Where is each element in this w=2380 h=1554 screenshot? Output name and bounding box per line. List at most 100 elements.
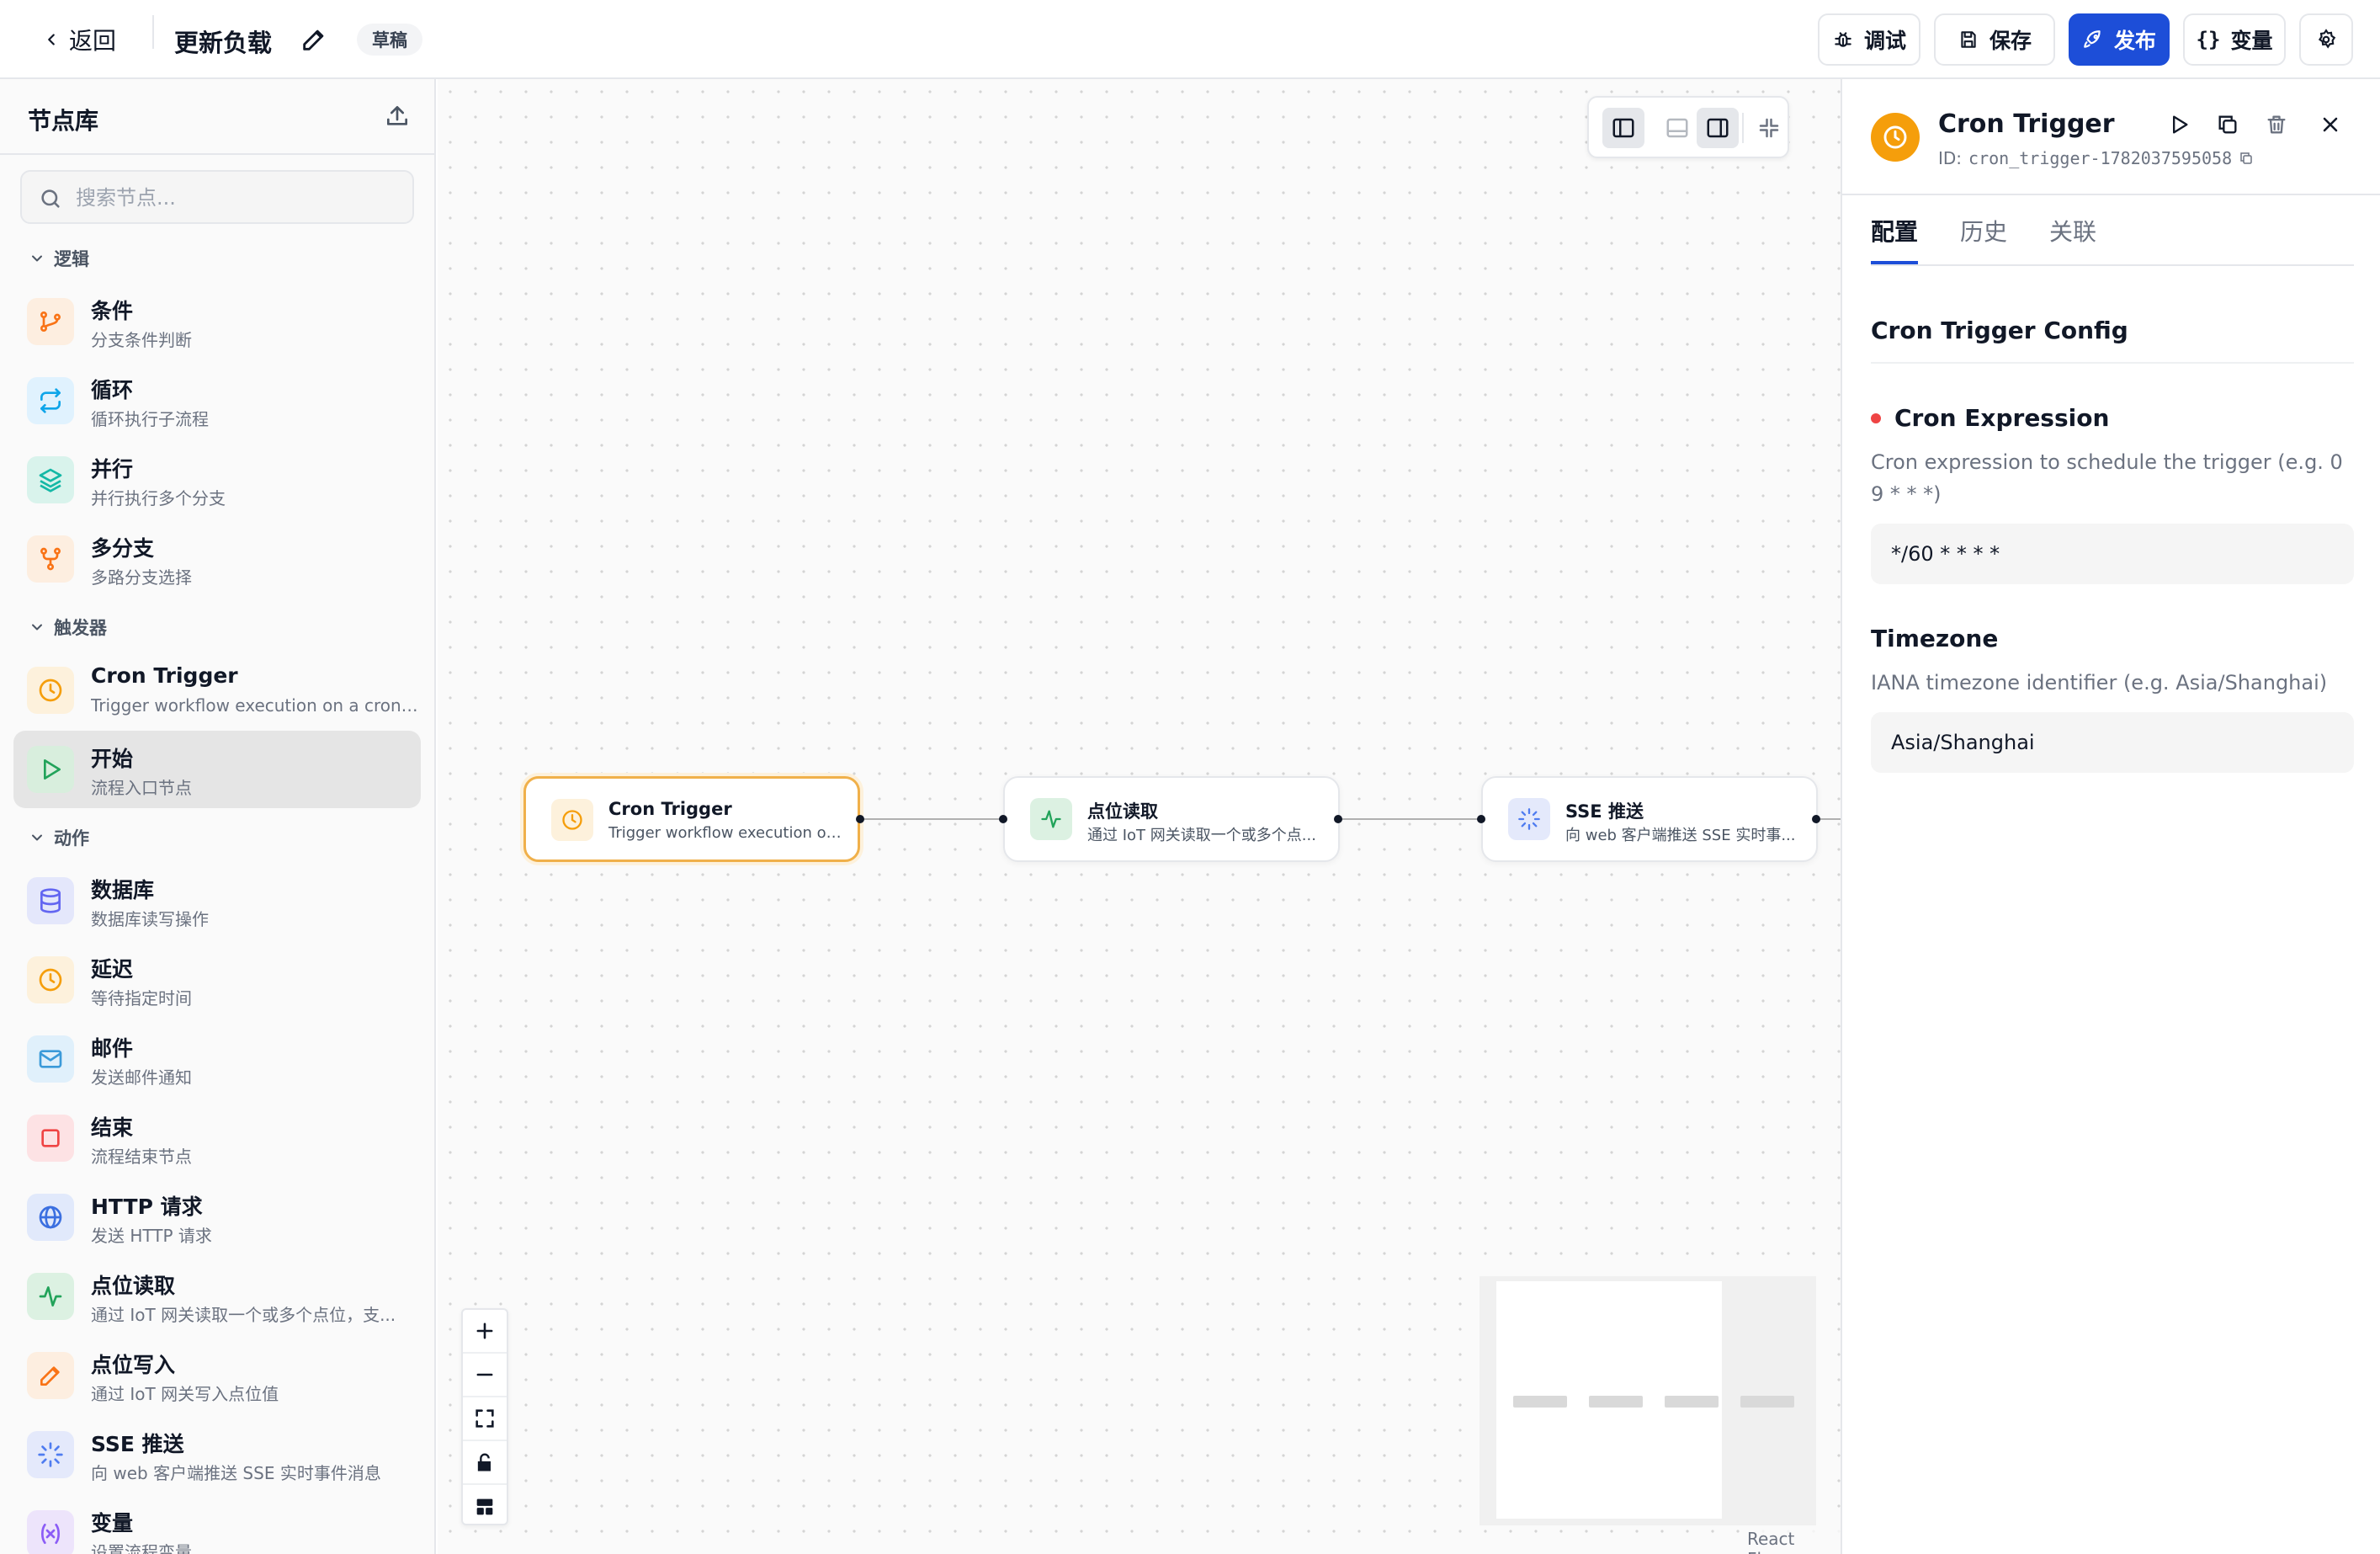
pencil-icon[interactable] — [300, 25, 328, 54]
flow-node-sse-push[interactable]: SSE 推送 向 web 客户端推送 SSE 实时事... — [1481, 776, 1818, 862]
timezone-label: Timezone — [1871, 625, 1998, 652]
delete-node-button[interactable] — [2258, 106, 2295, 143]
required-indicator — [1871, 412, 1881, 423]
minimap-node — [1589, 1396, 1643, 1408]
edge-cron-to-read[interactable] — [860, 818, 1003, 820]
search-input[interactable] — [76, 180, 404, 216]
bug-icon — [1835, 32, 1851, 47]
settings-button[interactable] — [2299, 13, 2353, 66]
node-item-label: Cron Trigger — [91, 663, 238, 688]
flow-node-point-read[interactable]: 点位读取 通过 IoT 网关读取一个或多个点... — [1003, 776, 1340, 862]
fullscreen-icon — [475, 1409, 494, 1428]
node-item-condition[interactable]: 条件 分支条件判断 — [13, 283, 421, 360]
node-item-point-write[interactable]: 点位写入 通过 IoT 网关写入点位值 — [13, 1337, 421, 1414]
back-label: 返回 — [69, 27, 117, 55]
toggle-left-panel-button[interactable] — [1602, 108, 1644, 148]
node-item-desc: 通过 IoT 网关写入点位值 — [91, 1384, 279, 1404]
flow-node-cron-trigger[interactable]: Cron Trigger Trigger workflow execution … — [523, 776, 860, 862]
toggle-bottom-panel-button[interactable] — [1656, 108, 1698, 148]
database-icon — [27, 877, 74, 924]
node-item-desc: 分支条件判断 — [91, 330, 192, 350]
node-item-desc: 多路分支选择 — [91, 567, 192, 588]
upload-icon[interactable] — [384, 103, 411, 130]
category-actions[interactable]: 动作 — [29, 823, 89, 852]
toggle-right-panel-button[interactable] — [1697, 108, 1739, 148]
fit-view-button[interactable] — [463, 1397, 507, 1441]
node-item-database[interactable]: 数据库 数据库读写操作 — [13, 862, 421, 939]
layers-icon — [27, 456, 74, 503]
gear-icon — [2318, 29, 2336, 49]
node-item-http-request[interactable]: HTTP 请求 发送 HTTP 请求 — [13, 1179, 421, 1256]
node-item-variable[interactable]: 变量 设置流程变量 — [13, 1495, 421, 1554]
panel-tabs: 配置 历史 关联 — [1871, 214, 2354, 266]
auto-layout-button[interactable] — [463, 1485, 507, 1529]
close-icon — [2323, 117, 2338, 132]
tab-config[interactable]: 配置 — [1871, 214, 1919, 264]
node-item-multi-branch[interactable]: 多分支 多路分支选择 — [13, 520, 421, 598]
zoom-controls — [461, 1308, 508, 1525]
minimap[interactable] — [1480, 1276, 1816, 1525]
node-item-cron-trigger[interactable]: Cron Trigger Trigger workflow execution … — [13, 652, 421, 729]
category-triggers[interactable]: 触发器 — [29, 613, 107, 641]
cron-expression-input[interactable] — [1871, 524, 2354, 584]
timezone-input[interactable] — [1871, 712, 2354, 773]
clock-icon — [1871, 113, 1920, 162]
clock-icon — [27, 667, 74, 714]
react-flow-attribution[interactable]: React Flow — [1744, 1527, 1841, 1554]
node-item-label: 点位读取 — [91, 1274, 176, 1298]
save-button[interactable]: 保存 — [1934, 13, 2055, 66]
mail-icon — [27, 1035, 74, 1083]
node-input-handle[interactable] — [1477, 815, 1485, 823]
node-library-sidebar: 节点库 逻辑 条件 分支条件判断 循环 循环执行子流程 并行 并行执行多个分支 — [0, 79, 436, 1554]
node-item-point-read[interactable]: 点位读取 通过 IoT 网关读取一个或多个点位，支... — [13, 1258, 421, 1335]
node-item-loop[interactable]: 循环 循环执行子流程 — [13, 362, 421, 439]
back-button[interactable]: 返回 — [42, 22, 116, 57]
node-output-handle[interactable] — [1812, 815, 1820, 823]
node-output-handle[interactable] — [1334, 815, 1342, 823]
copy-icon[interactable] — [2239, 151, 2254, 166]
node-item-label: 邮件 — [91, 1036, 134, 1061]
collapse-button[interactable] — [1752, 108, 1786, 148]
variable-icon — [27, 1510, 74, 1554]
close-panel-button[interactable] — [2312, 106, 2349, 143]
node-item-delay[interactable]: 延迟 等待指定时间 — [13, 941, 421, 1019]
node-item-parallel[interactable]: 并行 并行执行多个分支 — [13, 441, 421, 519]
publish-button[interactable]: 发布 — [2069, 13, 2170, 66]
lock-button[interactable] — [463, 1441, 507, 1485]
timezone-help: IANA timezone identifier (e.g. Asia/Shan… — [1871, 671, 2328, 695]
variables-button[interactable]: {} 变量 — [2183, 13, 2286, 66]
cron-expression-label: Cron Expression — [1871, 404, 2109, 432]
field-label-text: Timezone — [1871, 625, 1999, 652]
node-input-handle[interactable] — [999, 815, 1007, 823]
node-item-start[interactable]: 开始 流程入口节点 — [13, 731, 421, 808]
loader-icon — [27, 1431, 74, 1478]
node-item-label: 开始 — [91, 747, 134, 771]
run-node-button[interactable] — [2160, 106, 2197, 143]
node-item-email[interactable]: 邮件 发送邮件通知 — [13, 1020, 421, 1098]
zoom-in-button[interactable] — [463, 1310, 507, 1354]
category-logic[interactable]: 逻辑 — [29, 244, 89, 273]
save-label: 保存 — [1989, 29, 2032, 53]
node-item-end[interactable]: 结束 流程结束节点 — [13, 1099, 421, 1177]
category-label: 动作 — [54, 828, 89, 849]
zoom-out-button[interactable] — [463, 1354, 507, 1397]
node-item-label: 循环 — [91, 378, 134, 402]
edge-read-to-sse[interactable] — [1338, 818, 1481, 820]
node-title: Cron Trigger — [608, 799, 732, 819]
node-output-handle[interactable] — [856, 815, 864, 823]
node-item-label: 结束 — [91, 1115, 134, 1140]
node-item-label: 延迟 — [91, 957, 134, 982]
activity-icon — [1030, 798, 1072, 840]
node-desc: Trigger workflow execution on ... — [608, 824, 846, 842]
node-config-panel: Cron Trigger ID: cron_trigger-1782037595… — [1841, 79, 2380, 1554]
node-item-sse-push[interactable]: SSE 推送 向 web 客户端推送 SSE 实时事件消息 — [13, 1416, 421, 1493]
play-icon — [27, 746, 74, 793]
tab-relations[interactable]: 关联 — [2049, 214, 2096, 264]
loader-icon — [1508, 798, 1550, 840]
tab-history[interactable]: 历史 — [1960, 214, 2007, 264]
duplicate-node-button[interactable] — [2209, 106, 2246, 143]
debug-button[interactable]: 调试 — [1818, 13, 1920, 66]
panel-right-icon — [1707, 118, 1729, 138]
globe-icon — [27, 1194, 74, 1241]
flow-canvas[interactable]: Cron Trigger Trigger workflow execution … — [438, 79, 1841, 1554]
